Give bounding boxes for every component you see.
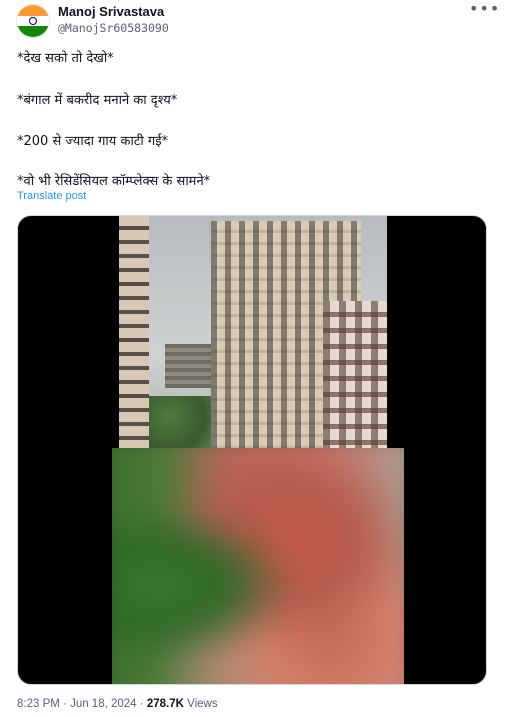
- views-count: 278.7K: [146, 698, 184, 710]
- post-time[interactable]: 8:23 PM: [17, 698, 60, 710]
- views-label: Views: [183, 698, 218, 710]
- flag-green-band: [17, 26, 49, 37]
- separator: ·: [59, 698, 71, 710]
- ashoka-chakra-icon: [29, 17, 37, 25]
- tweet-line: *बंगाल में बकरीद मनाने का दृश्य*: [17, 93, 178, 108]
- tweet-metadata: 8:23 PM · Jun 18, 2024 · 278.7K Views: [17, 698, 218, 710]
- tweet-line: *200 से ज्यादा गाय काटी गई*: [17, 134, 169, 149]
- video-player[interactable]: [17, 215, 487, 685]
- user-handle[interactable]: @ManojSr60583090: [58, 20, 169, 36]
- video-building-left: [119, 216, 149, 448]
- video-trees: [149, 396, 219, 448]
- blurred-content: [112, 448, 404, 684]
- video-building-far: [165, 344, 211, 388]
- user-info[interactable]: Manoj Srivastava @ManojSr60583090: [58, 4, 169, 36]
- avatar[interactable]: [16, 4, 50, 38]
- flag-saffron-band: [17, 5, 49, 16]
- tweet-line: *वो भी रेसिडेंसियल कॉम्प्लेक्स के सामने*: [17, 174, 211, 189]
- separator: ·: [136, 698, 147, 710]
- more-options-icon[interactable]: •••: [469, 1, 499, 22]
- blurred-overlay: [112, 448, 404, 684]
- display-name[interactable]: Manoj Srivastava: [58, 4, 169, 20]
- video-building-right: [323, 301, 387, 448]
- tweet-card: Manoj Srivastava @ManojSr60583090 ••• *द…: [0, 0, 509, 717]
- video-frame: [119, 216, 387, 448]
- translate-post-link[interactable]: Translate post: [17, 190, 86, 202]
- tweet-line: *देख सको तो देखो*: [17, 51, 114, 66]
- post-date[interactable]: Jun 18, 2024: [70, 698, 137, 710]
